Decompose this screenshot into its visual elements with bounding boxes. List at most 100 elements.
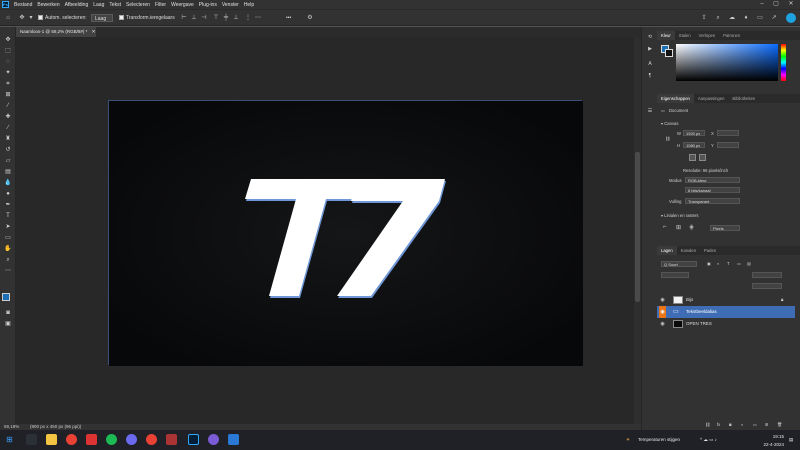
gradient-tool-icon[interactable]: ▤ bbox=[2, 168, 14, 177]
canvas-area[interactable]: T7 bbox=[16, 37, 634, 424]
filter-adjust-icon[interactable]: ◐ bbox=[717, 261, 720, 266]
brush-tool-icon[interactable]: ∕ bbox=[2, 124, 14, 133]
align-center-icon[interactable]: ⊥ bbox=[190, 14, 198, 22]
eyedropper-icon[interactable]: ⁄ bbox=[2, 102, 14, 111]
document-tab[interactable]: Naamloos-1 @ 59,2% (RGB/8#) * ✕ bbox=[16, 27, 96, 37]
menu-afbeelding[interactable]: Afbeelding bbox=[65, 2, 89, 8]
opacity-field[interactable] bbox=[752, 272, 782, 278]
color-picker-field[interactable] bbox=[676, 44, 778, 81]
adjustment-layer-icon[interactable]: ◐ bbox=[741, 422, 744, 427]
bit-depth-dropdown[interactable]: 8 bits/kanaal bbox=[685, 187, 740, 193]
distribute-icon[interactable]: ⋮ bbox=[244, 14, 252, 22]
start-icon[interactable]: ⊞ bbox=[4, 434, 15, 445]
layer-filter-dropdown[interactable]: Q Soort bbox=[661, 261, 697, 267]
share-icon[interactable]: ⇪ bbox=[700, 14, 708, 22]
pen-tool-icon[interactable]: ✒ bbox=[2, 201, 14, 210]
landscape-icon[interactable] bbox=[699, 154, 706, 161]
menu-bestand[interactable]: Bestand bbox=[14, 2, 32, 8]
rulers-section-header[interactable]: ▾ Linialen en rasters bbox=[661, 213, 698, 218]
lasso-tool-icon[interactable]: ◌ bbox=[2, 58, 14, 67]
canvas-height-field[interactable]: 1080 px bbox=[683, 142, 705, 148]
move-tool-icon[interactable]: ✥ bbox=[18, 14, 26, 22]
cloud-icon[interactable]: ☁ bbox=[728, 14, 736, 22]
weather-icon[interactable]: ☀ bbox=[626, 430, 630, 450]
chrome-icon[interactable] bbox=[66, 434, 77, 445]
align-bottom-icon[interactable]: ⊥ bbox=[232, 14, 240, 22]
history-icon[interactable]: ⟲ bbox=[645, 33, 655, 42]
vertical-scrollbar[interactable] bbox=[634, 37, 641, 424]
new-layer-icon[interactable]: ⊞ bbox=[765, 422, 769, 427]
menu-venster[interactable]: Venster bbox=[222, 2, 239, 8]
menu-filter[interactable]: Filter bbox=[155, 2, 166, 8]
history-brush-icon[interactable]: ↺ bbox=[2, 146, 14, 155]
visibility-eye-icon[interactable]: ◉ bbox=[659, 294, 666, 306]
mode-dropdown[interactable]: RGB-kleur bbox=[685, 177, 740, 183]
character-icon[interactable]: A bbox=[645, 60, 655, 69]
tab-paden[interactable]: Paden bbox=[700, 246, 720, 255]
clock[interactable]: 19:15 22-4-2024 bbox=[756, 433, 784, 449]
visibility-eye-icon[interactable]: ◉ bbox=[659, 306, 666, 318]
autoselect-dropdown[interactable]: Laag bbox=[91, 14, 113, 22]
layer-row-selected[interactable]: ◉ ▭ Tekstbeeldalias bbox=[657, 306, 795, 318]
share-arrow-icon[interactable]: ↗ bbox=[770, 14, 778, 22]
align-left-icon[interactable]: ⊢ bbox=[180, 14, 188, 22]
workspace-icon[interactable]: ▭ bbox=[756, 14, 764, 22]
tab-kanalen[interactable]: Kanalen bbox=[677, 246, 700, 255]
hand-tool-icon[interactable]: ✋ bbox=[2, 245, 14, 254]
grid-icon[interactable]: ⊞ bbox=[676, 224, 681, 231]
frame-tool-icon[interactable]: ⊠ bbox=[2, 91, 14, 100]
trash-icon[interactable]: 🗑︎ bbox=[777, 422, 782, 428]
document-canvas[interactable]: T7 bbox=[108, 100, 583, 366]
healing-brush-icon[interactable]: ✚ bbox=[2, 113, 14, 122]
filter-pixel-icon[interactable]: ▣ bbox=[707, 261, 711, 266]
chrome-alt-icon[interactable] bbox=[146, 434, 157, 445]
transform-controls-checkbox[interactable]: Transform.ieregelaars bbox=[119, 14, 175, 22]
browser-icon[interactable] bbox=[208, 434, 219, 445]
filter-smart-icon[interactable]: ▤ bbox=[747, 261, 751, 266]
link-layers-icon[interactable]: ⛓ bbox=[705, 422, 710, 428]
hue-slider[interactable] bbox=[781, 44, 786, 81]
more-tools-icon[interactable]: ⋯ bbox=[2, 267, 14, 276]
properties-icon[interactable]: ☰ bbox=[645, 107, 655, 116]
canvas-section-header[interactable]: ▾ Canvas bbox=[661, 121, 678, 126]
menu-help[interactable]: Help bbox=[244, 2, 254, 8]
blend-mode-dropdown[interactable] bbox=[661, 272, 689, 278]
layer-row[interactable]: ◉ OPEN TRES bbox=[657, 318, 795, 330]
menu-laag[interactable]: Laag bbox=[93, 2, 104, 8]
canvas-width-field[interactable]: 1920 px bbox=[683, 130, 705, 136]
screen-mode-icon[interactable]: ▣ bbox=[2, 320, 14, 329]
color-panel-bg-swatch[interactable] bbox=[665, 49, 673, 57]
filter-type-icon[interactable]: T bbox=[727, 261, 730, 266]
marquee-tool-icon[interactable]: ⬚ bbox=[2, 47, 14, 56]
rectangle-tool-icon[interactable]: ▭ bbox=[2, 234, 14, 243]
mask-icon[interactable]: ◙ bbox=[729, 422, 732, 427]
fx-icon[interactable]: fx bbox=[717, 422, 720, 427]
chrome-profile-icon[interactable] bbox=[126, 434, 137, 445]
dodge-tool-icon[interactable]: ● bbox=[2, 190, 14, 199]
tab-bibliotheken[interactable]: Bibliotheken bbox=[728, 94, 759, 103]
tab-aanpassingen[interactable]: Aanpassingen bbox=[694, 94, 729, 103]
visibility-eye-icon[interactable]: ◉ bbox=[659, 318, 666, 330]
move-tool-icon[interactable]: ✥ bbox=[2, 36, 14, 45]
quick-mask-icon[interactable]: ◙ bbox=[2, 309, 14, 318]
home-icon[interactable]: ⌂ bbox=[4, 14, 12, 22]
new-group-icon[interactable]: ▭ bbox=[753, 422, 757, 427]
tab-patronen[interactable]: Patronen bbox=[719, 31, 744, 40]
tab-eigenschappen[interactable]: Eigenschappen bbox=[657, 94, 694, 103]
canvas-x-field[interactable] bbox=[717, 130, 739, 136]
app-icon[interactable] bbox=[86, 434, 97, 445]
tab-stalen[interactable]: Stalen bbox=[675, 31, 695, 40]
path-select-icon[interactable]: ➤ bbox=[2, 223, 14, 232]
gear-icon[interactable]: ⚙ bbox=[306, 14, 314, 22]
tray-icons[interactable]: ^ ☁ ▭ ♪ bbox=[700, 430, 717, 450]
type-tool-icon[interactable]: T bbox=[2, 212, 14, 221]
canvas-y-field[interactable] bbox=[717, 142, 739, 148]
user-avatar-icon[interactable] bbox=[786, 13, 796, 23]
tab-verlopen[interactable]: Verlopen bbox=[695, 31, 720, 40]
fill-field[interactable] bbox=[752, 283, 782, 289]
portrait-icon[interactable] bbox=[689, 154, 696, 161]
file-explorer-icon[interactable] bbox=[46, 434, 57, 445]
layer-row[interactable]: ◉ Bijs 🔒︎ bbox=[657, 294, 795, 306]
weather-text[interactable]: Temperaturen stijgen bbox=[638, 430, 680, 450]
magic-wand-icon[interactable]: ✦ bbox=[2, 69, 14, 78]
